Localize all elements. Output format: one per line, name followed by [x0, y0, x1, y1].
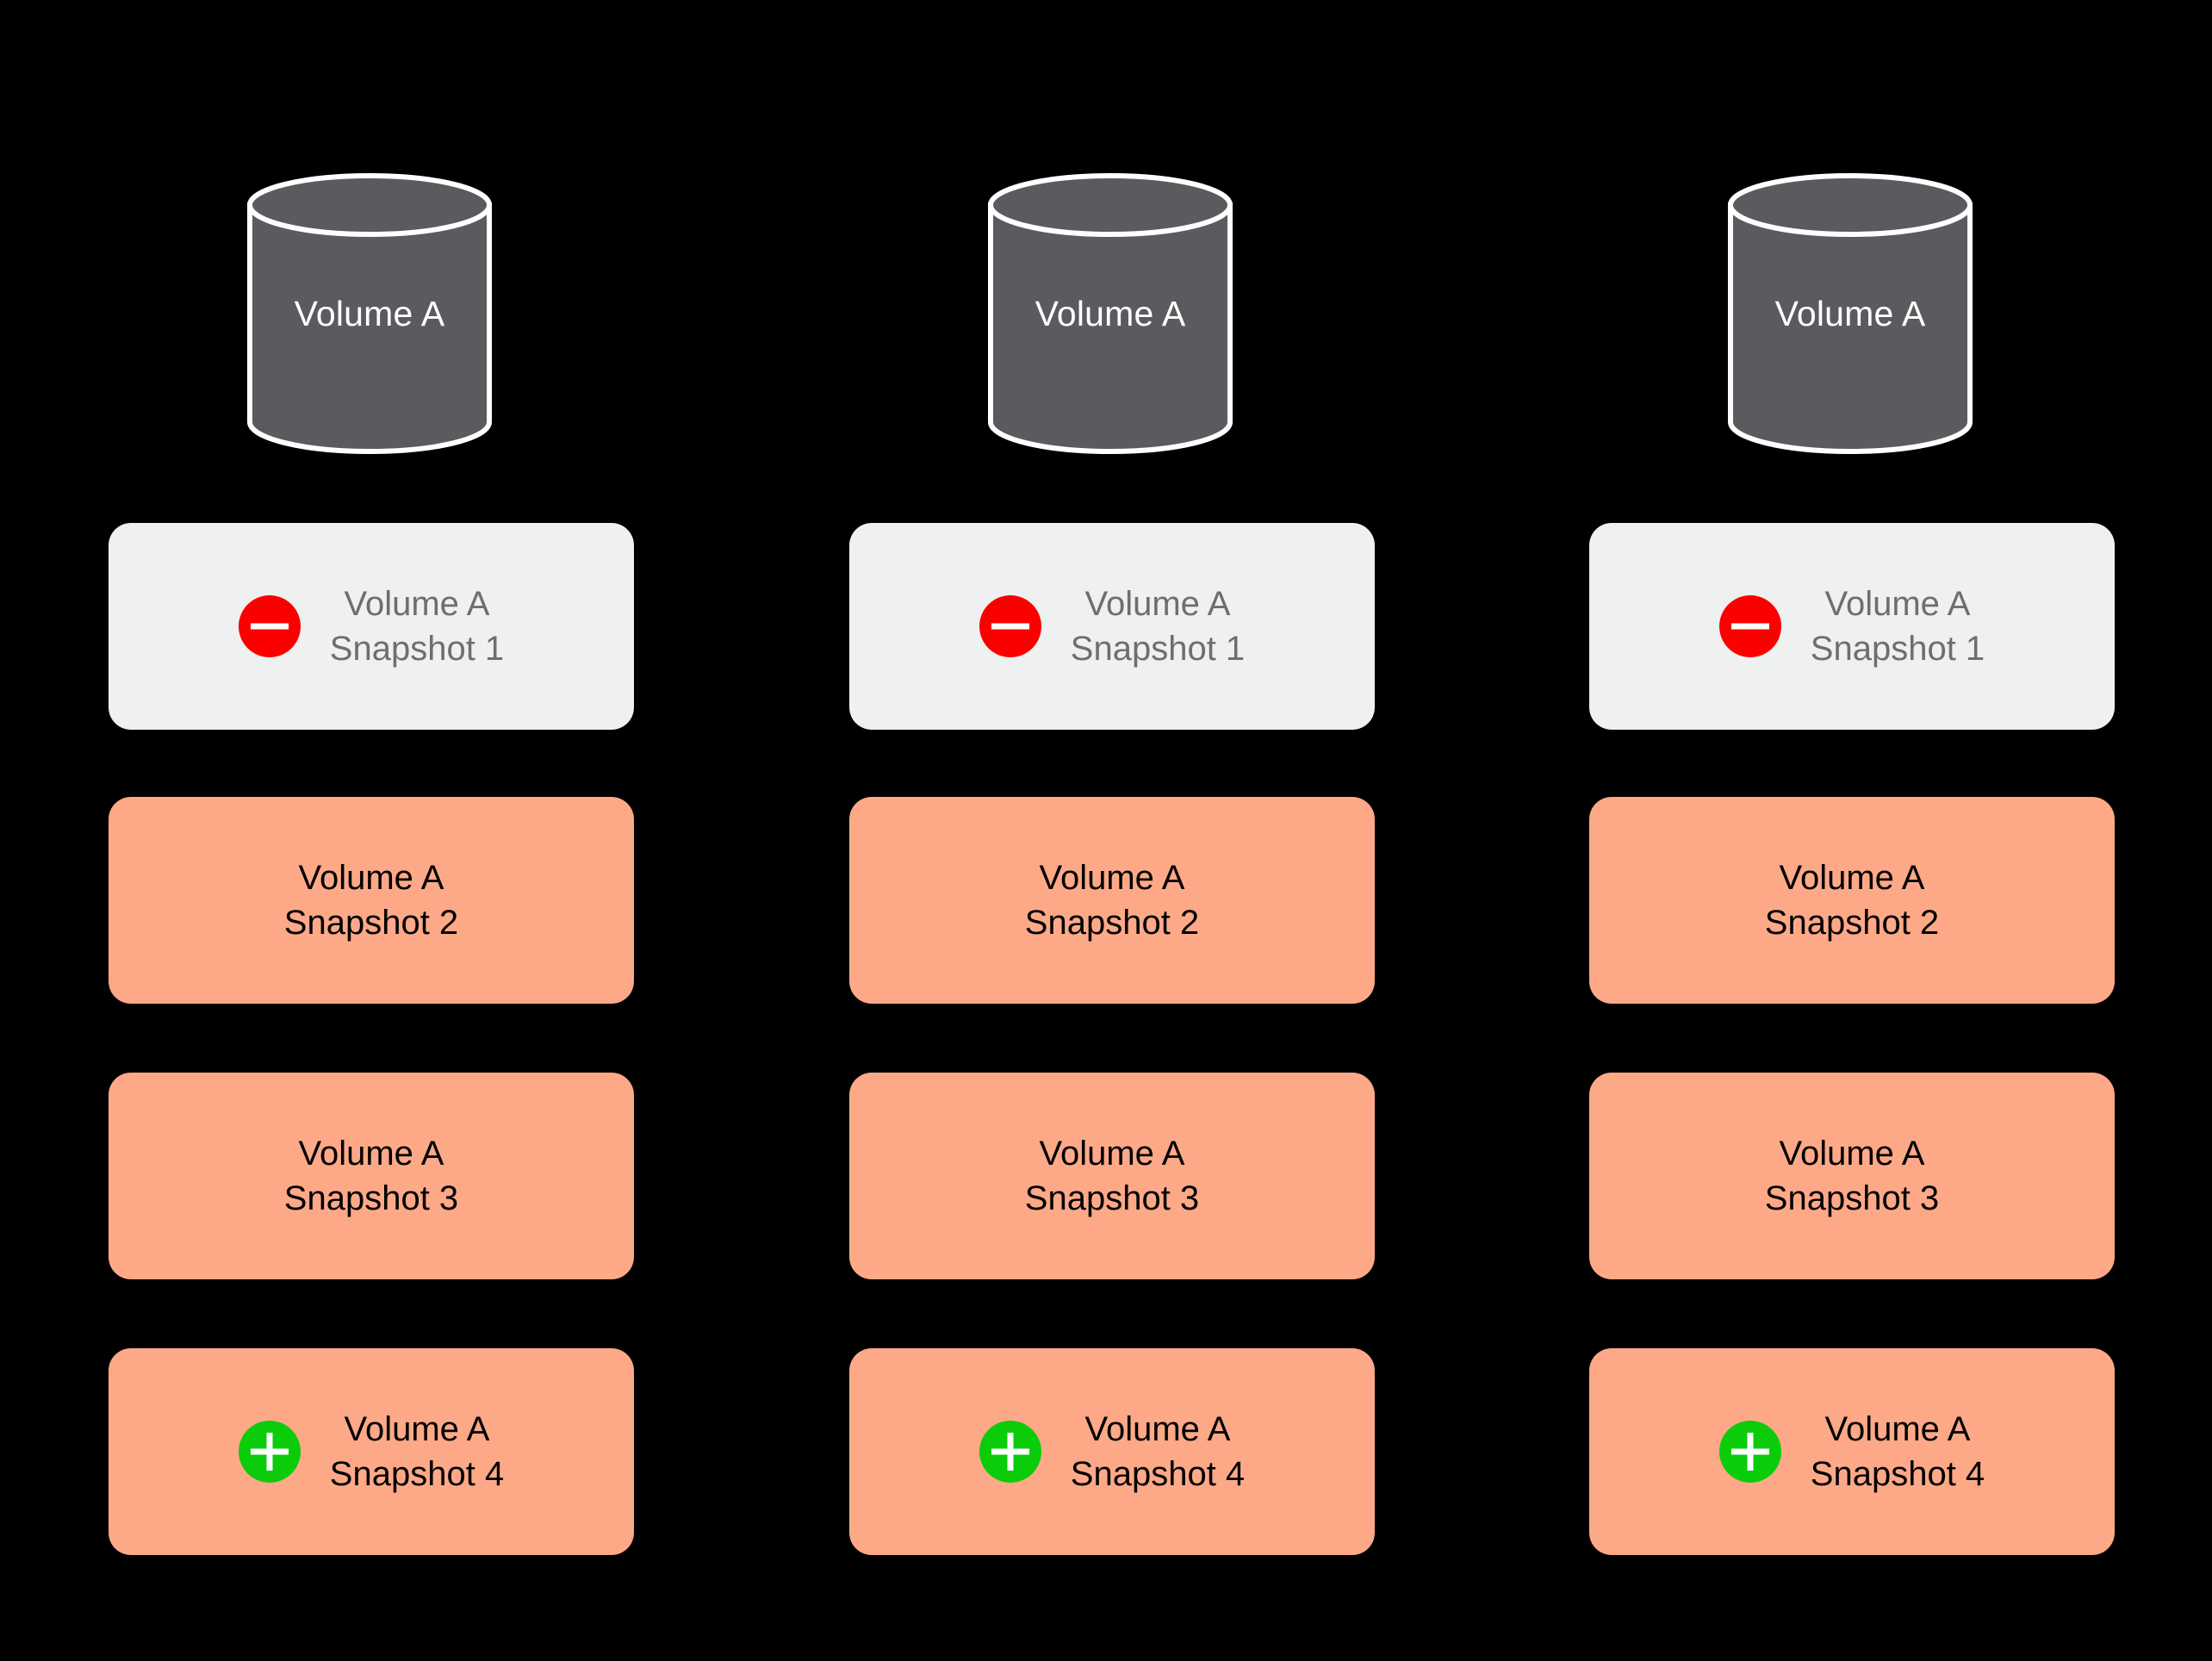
- snapshot-name: Snapshot 4: [329, 1455, 505, 1493]
- minus-circle-icon: [238, 595, 301, 657]
- minus-circle-icon: [1718, 595, 1781, 657]
- snapshot-card-text: Volume A Snapshot 2: [1765, 855, 1939, 945]
- snapshot-card[interactable]: Volume A Snapshot 2: [109, 797, 634, 1004]
- snapshot-card[interactable]: Volume A Snapshot 1: [1589, 523, 2115, 730]
- snapshot-volume-name: Volume A: [1779, 859, 1925, 897]
- snapshot-name: Snapshot 1: [329, 630, 505, 668]
- volume-cylinder: Volume A: [1725, 171, 1975, 457]
- snapshot-name: Snapshot 1: [1070, 630, 1246, 668]
- database-cylinder-icon: [1728, 173, 1973, 454]
- snapshot-card-text: Volume A Snapshot 1: [1071, 582, 1245, 671]
- snapshot-name: Snapshot 1: [1810, 630, 1985, 668]
- snapshot-card[interactable]: Volume A Snapshot 3: [109, 1073, 634, 1279]
- snapshot-volume-name: Volume A: [298, 1135, 444, 1173]
- snapshot-card[interactable]: Volume A Snapshot 4: [1589, 1348, 2115, 1555]
- snapshot-card-content: Volume A Snapshot 3: [1025, 1131, 1199, 1221]
- snapshot-chain-diagram: Volume A Volume A Snapshot 1 Volume A Snapsh…: [0, 0, 2212, 1661]
- snapshot-volume-name: Volume A: [1084, 1410, 1231, 1448]
- snapshot-volume-name: Volume A: [1824, 1410, 1971, 1448]
- snapshot-card-text: Volume A Snapshot 4: [1071, 1407, 1245, 1496]
- snapshot-card-text: Volume A Snapshot 3: [284, 1131, 458, 1221]
- snapshot-name: Snapshot 2: [1024, 904, 1200, 942]
- snapshot-card-content: Volume A Snapshot 2: [1765, 855, 1939, 945]
- snapshot-name: Snapshot 4: [1810, 1455, 1985, 1493]
- icon-vertical-bar: [266, 1433, 273, 1471]
- snapshot-volume-name: Volume A: [1824, 585, 1971, 623]
- snapshot-card-text: Volume A Snapshot 1: [330, 582, 504, 671]
- volume-cylinder: Volume A: [245, 171, 494, 457]
- icon-vertical-bar: [1747, 1433, 1754, 1471]
- snapshot-volume-name: Volume A: [344, 585, 490, 623]
- snapshot-card-content: Volume A Snapshot 4: [1718, 1407, 1985, 1496]
- snapshot-name: Snapshot 3: [283, 1179, 459, 1217]
- snapshot-card[interactable]: Volume A Snapshot 3: [849, 1073, 1375, 1279]
- minus-circle-icon: [979, 595, 1041, 657]
- snapshot-card-content: Volume A Snapshot 2: [284, 855, 458, 945]
- snapshot-volume-name: Volume A: [1084, 585, 1231, 623]
- snapshot-card-content: Volume A Snapshot 3: [284, 1131, 458, 1221]
- snapshot-card-content: Volume A Snapshot 2: [1025, 855, 1199, 945]
- snapshot-card-content: Volume A Snapshot 4: [979, 1407, 1245, 1496]
- volume-column: Volume A Volume A Snapshot 1 Volume A Snapsh…: [109, 0, 643, 1661]
- snapshot-name: Snapshot 2: [283, 904, 459, 942]
- plus-circle-icon: [979, 1421, 1041, 1483]
- volume-column: Volume A Volume A Snapshot 1 Volume A Snapsh…: [1589, 0, 2123, 1661]
- icon-vertical-bar: [1007, 1433, 1014, 1471]
- snapshot-card[interactable]: Volume A Snapshot 1: [849, 523, 1375, 730]
- volume-column: Volume A Volume A Snapshot 1 Volume A Snapsh…: [849, 0, 1383, 1661]
- snapshot-volume-name: Volume A: [344, 1410, 490, 1448]
- snapshot-card[interactable]: Volume A Snapshot 2: [1589, 797, 2115, 1004]
- database-cylinder-icon: [988, 173, 1233, 454]
- snapshot-card-content: Volume A Snapshot 3: [1765, 1131, 1939, 1221]
- snapshot-card-content: Volume A Snapshot 1: [1718, 582, 1985, 671]
- snapshot-name: Snapshot 3: [1024, 1179, 1200, 1217]
- snapshot-card-text: Volume A Snapshot 2: [1025, 855, 1199, 945]
- plus-circle-icon: [238, 1421, 301, 1483]
- snapshot-card[interactable]: Volume A Snapshot 2: [849, 797, 1375, 1004]
- snapshot-volume-name: Volume A: [1039, 859, 1185, 897]
- snapshot-card-text: Volume A Snapshot 3: [1765, 1131, 1939, 1221]
- icon-horizontal-bar: [250, 623, 289, 630]
- snapshot-card-text: Volume A Snapshot 1: [1811, 582, 1985, 671]
- snapshot-card[interactable]: Volume A Snapshot 4: [849, 1348, 1375, 1555]
- snapshot-card-text: Volume A Snapshot 4: [330, 1407, 504, 1496]
- snapshot-card[interactable]: Volume A Snapshot 4: [109, 1348, 634, 1555]
- snapshot-volume-name: Volume A: [1779, 1135, 1925, 1173]
- snapshot-card-text: Volume A Snapshot 4: [1811, 1407, 1985, 1496]
- volume-cylinder: Volume A: [985, 171, 1235, 457]
- snapshot-card-content: Volume A Snapshot 4: [238, 1407, 504, 1496]
- icon-horizontal-bar: [991, 623, 1029, 630]
- snapshot-volume-name: Volume A: [1039, 1135, 1185, 1173]
- plus-circle-icon: [1718, 1421, 1781, 1483]
- snapshot-card-text: Volume A Snapshot 3: [1025, 1131, 1199, 1221]
- snapshot-name: Snapshot 2: [1764, 904, 1940, 942]
- snapshot-card[interactable]: Volume A Snapshot 3: [1589, 1073, 2115, 1279]
- snapshot-card-content: Volume A Snapshot 1: [238, 582, 504, 671]
- snapshot-card-text: Volume A Snapshot 2: [284, 855, 458, 945]
- icon-horizontal-bar: [1730, 623, 1769, 630]
- snapshot-volume-name: Volume A: [298, 859, 444, 897]
- snapshot-card[interactable]: Volume A Snapshot 1: [109, 523, 634, 730]
- snapshot-name: Snapshot 3: [1764, 1179, 1940, 1217]
- snapshot-card-content: Volume A Snapshot 1: [979, 582, 1245, 671]
- snapshot-name: Snapshot 4: [1070, 1455, 1246, 1493]
- database-cylinder-icon: [247, 173, 492, 454]
